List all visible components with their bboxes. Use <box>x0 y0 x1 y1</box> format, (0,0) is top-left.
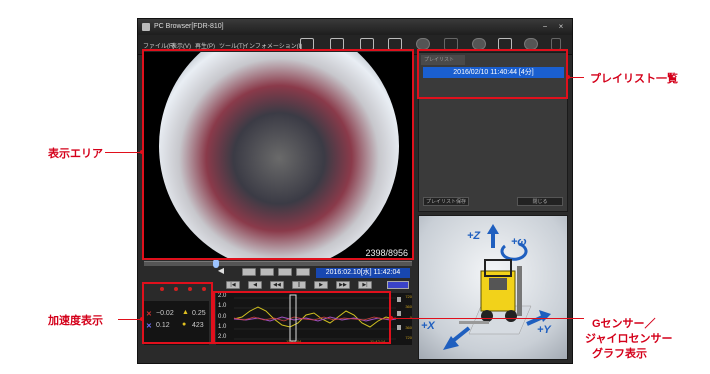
accel-highlight <box>142 282 213 344</box>
forklift-icon <box>443 224 551 350</box>
mode-button[interactable] <box>260 268 274 276</box>
speed-button[interactable] <box>278 268 292 276</box>
datetime-display: 2016:02.10[水] 11:42:04 <box>316 268 410 278</box>
callout-accel: 加速度表示 <box>48 315 103 327</box>
callout-gsensor-2: ジャイロセンサー <box>585 333 673 345</box>
playlist-save-button[interactable]: プレイリスト保存 <box>423 197 469 206</box>
pause-button[interactable]: || <box>292 281 306 289</box>
play-button[interactable]: ▶ <box>314 281 328 289</box>
callout-playlist: プレイリスト一覧 <box>590 73 678 85</box>
fast-forward-button[interactable]: ▶▶ <box>336 281 350 289</box>
skip-back-button[interactable]: |◀ <box>226 281 240 289</box>
forklift-orientation-view: +Z +ω +X +Y <box>418 215 568 360</box>
graph-leader-line <box>391 318 584 319</box>
title-bar: PC Browser[FDR-810] − × <box>138 19 572 35</box>
callout-gsensor-3: グラフ表示 <box>592 348 647 360</box>
frame-back-button[interactable]: ◀ <box>248 281 262 289</box>
minimize-button[interactable]: − <box>538 22 552 32</box>
seek-bar[interactable] <box>144 259 412 268</box>
graph-leader-dot <box>389 316 393 320</box>
repeat-button[interactable] <box>296 268 310 276</box>
display-leader-line <box>105 152 142 153</box>
playlist-highlight <box>417 49 568 99</box>
speed-indicator[interactable] <box>387 281 409 289</box>
callout-display-area: 表示エリア <box>48 148 103 160</box>
accel-leader-dot <box>140 317 144 321</box>
accel-leader-line <box>118 319 142 320</box>
playlist-leader-dot <box>566 75 570 79</box>
graph-highlight <box>213 291 391 344</box>
app-icon <box>142 23 150 31</box>
playback-controls: ◀ 2016:02.10[水] 11:42:04 |◀ ◀ ◀◀ || ▶ ▶▶… <box>216 267 412 289</box>
display-area-highlight <box>142 49 414 260</box>
mark-button[interactable] <box>242 268 256 276</box>
figure: PC Browser[FDR-810] − × ファイル(F) 表示(V) 再生… <box>0 0 710 374</box>
skip-forward-button[interactable]: ▶| <box>358 281 372 289</box>
window-title: PC Browser[FDR-810] <box>154 23 224 30</box>
callout-gsensor-1: Gセンサー／ <box>592 318 656 330</box>
display-leader-dot <box>140 150 144 154</box>
rewind-button[interactable]: ◀◀ <box>270 281 284 289</box>
close-button[interactable]: × <box>554 22 568 32</box>
playlist-leader-line <box>568 77 584 78</box>
volume-icon[interactable]: ◀ <box>216 267 226 276</box>
playlist-close-button[interactable]: 閉じる <box>517 197 563 206</box>
